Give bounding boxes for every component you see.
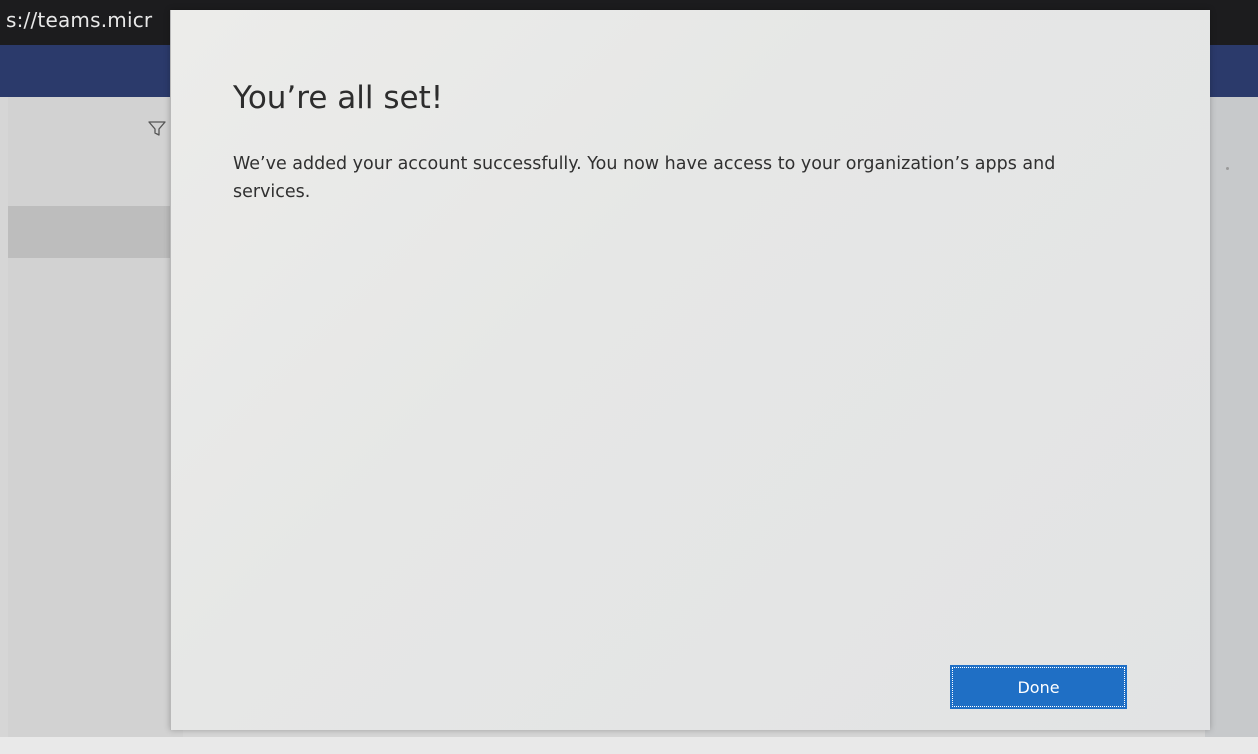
teams-list-selected-row[interactable] bbox=[8, 206, 183, 258]
teams-right-pane bbox=[1205, 97, 1258, 754]
account-added-dialog: You’re all set! We’ve added your account… bbox=[170, 10, 1210, 730]
dialog-title: You’re all set! bbox=[233, 80, 444, 116]
done-button[interactable]: Done bbox=[950, 665, 1127, 709]
decorative-dot bbox=[1226, 167, 1229, 170]
dialog-message: We’ve added your account successfully. Y… bbox=[233, 154, 1056, 202]
bottom-strip bbox=[0, 737, 1258, 754]
browser-url-text: s://teams.micr bbox=[6, 8, 153, 32]
filter-icon[interactable] bbox=[148, 121, 166, 137]
screen: s://teams.micr You’re all set! We’ve add… bbox=[0, 0, 1258, 754]
teams-list-pane bbox=[8, 97, 183, 737]
